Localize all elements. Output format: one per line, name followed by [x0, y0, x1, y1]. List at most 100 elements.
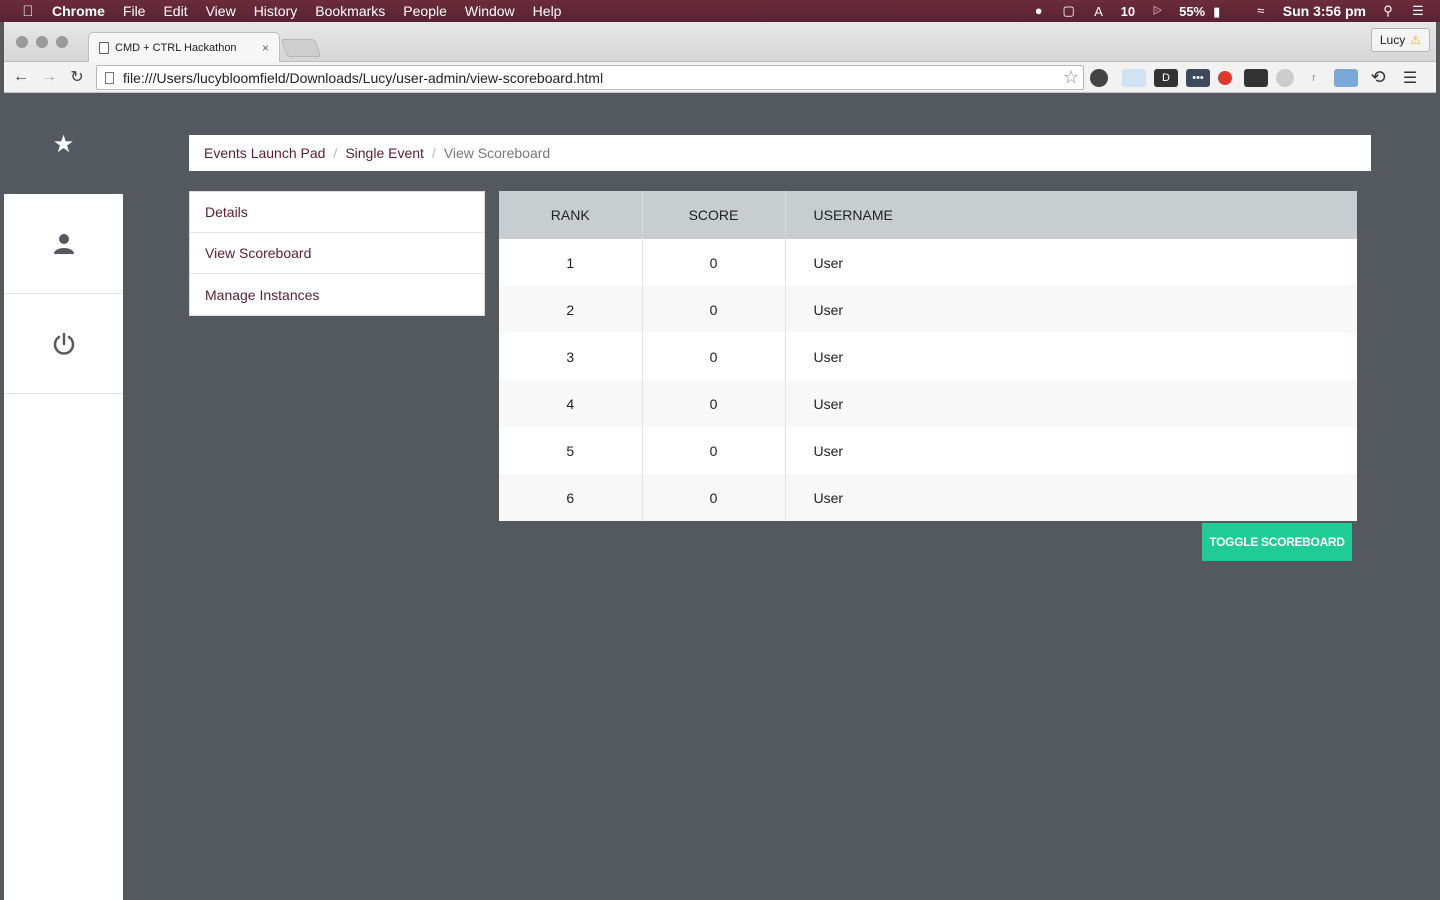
- table-row: 5 0 User: [499, 427, 1357, 474]
- browser-toolbar: ← → ↻ file:///Users/lucybloomfield/Downl…: [4, 62, 1436, 93]
- menu-window[interactable]: Window: [465, 3, 515, 19]
- sidebar-item-profile[interactable]: [4, 194, 123, 294]
- apple-icon[interactable]: : [18, 3, 38, 20]
- sidebar-home[interactable]: ★: [4, 94, 123, 194]
- back-icon[interactable]: ←: [7, 68, 35, 86]
- menu-bookmarks[interactable]: Bookmarks: [315, 3, 385, 19]
- menu-history[interactable]: History: [254, 3, 298, 19]
- zoom-window-button[interactable]: [56, 36, 68, 48]
- extension-ghostery-icon[interactable]: [1090, 68, 1108, 87]
- extension-tabs-icon[interactable]: [1244, 68, 1268, 87]
- rank-cell: 4: [499, 380, 643, 427]
- breadcrumb-events-launch-pad[interactable]: Events Launch Pad: [204, 145, 325, 161]
- spotlight-icon[interactable]: ⚲: [1380, 4, 1396, 18]
- table-row: 6 0 User: [499, 474, 1357, 521]
- reload-icon[interactable]: ↻: [63, 67, 91, 87]
- address-bar[interactable]: file:///Users/lucybloomfield/Downloads/L…: [96, 65, 1084, 90]
- rank-cell: 5: [499, 427, 643, 474]
- event-subnav: Details View Scoreboard Manage Instances: [189, 191, 485, 316]
- extension-spiral-icon[interactable]: ⟲: [1366, 67, 1390, 87]
- table-row: 1 0 User: [499, 239, 1357, 286]
- user-icon: [53, 233, 74, 254]
- menu-view[interactable]: View: [206, 3, 236, 19]
- page-icon: [105, 71, 114, 84]
- bluetooth-icon[interactable]: ᐉ: [1149, 4, 1165, 18]
- ghost-icon[interactable]: ●: [1031, 4, 1047, 18]
- clock[interactable]: Sun 3:56 pm: [1283, 3, 1366, 19]
- score-cell: 0: [642, 474, 786, 521]
- menubar-status-area: ● ▢ A 10 ᐉ 55% ▮ ≈ Sun 3:56 pm ⚲ ☰: [1031, 0, 1440, 22]
- profile-button[interactable]: Lucy ⚠: [1370, 28, 1430, 52]
- table-row: 4 0 User: [499, 380, 1357, 427]
- table-row: 2 0 User: [499, 286, 1357, 333]
- column-header-score[interactable]: SCORE: [642, 191, 786, 239]
- extension-weather-icon[interactable]: [1122, 68, 1146, 87]
- warning-icon: ⚠: [1410, 33, 1421, 47]
- window-controls: [16, 36, 76, 48]
- subnav-item-manage-instances[interactable]: Manage Instances: [190, 274, 484, 315]
- table-row: 3 0 User: [499, 333, 1357, 380]
- extension-d-icon[interactable]: D: [1154, 68, 1178, 87]
- username-cell: User: [813, 254, 844, 271]
- tab-title: CMD + CTRL Hackathon: [115, 41, 237, 54]
- extension-color-icon[interactable]: [1218, 70, 1232, 85]
- breadcrumb-single-event[interactable]: Single Event: [345, 145, 424, 161]
- extension-folder-icon[interactable]: [1334, 68, 1358, 87]
- macos-menubar:  Chrome File Edit View History Bookmark…: [0, 0, 1440, 22]
- username-cell: User: [813, 348, 844, 365]
- bookmark-star-icon[interactable]: ☆: [1063, 67, 1079, 88]
- star-icon: ★: [52, 130, 75, 158]
- extension-dots-icon[interactable]: •••: [1186, 68, 1210, 87]
- menu-file[interactable]: File: [123, 3, 146, 19]
- score-cell: 0: [642, 333, 786, 380]
- table-header-row: RANK SCORE USERNAME: [499, 191, 1357, 239]
- app-sidebar: ★: [4, 94, 123, 900]
- username-cell: User: [813, 489, 844, 506]
- username-cell: User: [813, 442, 844, 459]
- forward-icon[interactable]: →: [35, 68, 63, 86]
- rank-cell: 2: [499, 286, 643, 333]
- close-window-button[interactable]: [16, 36, 28, 48]
- new-tab-button[interactable]: [280, 39, 322, 57]
- adobe-icon: A: [1094, 3, 1103, 19]
- breadcrumb-separator: /: [431, 145, 436, 161]
- breadcrumb: Events Launch Pad / Single Event / View …: [189, 135, 1371, 171]
- menu-help[interactable]: Help: [533, 3, 562, 19]
- notification-count[interactable]: A 10: [1091, 4, 1135, 19]
- subnav-item-view-scoreboard[interactable]: View Scoreboard: [190, 233, 484, 274]
- battery-status[interactable]: 55% ▮: [1179, 4, 1239, 19]
- chat-icon[interactable]: ▢: [1061, 4, 1077, 18]
- menu-people[interactable]: People: [403, 3, 447, 19]
- rank-cell: 3: [499, 333, 643, 380]
- username-cell: User: [813, 395, 844, 412]
- minimize-window-button[interactable]: [36, 36, 48, 48]
- menu-app[interactable]: Chrome: [52, 3, 105, 19]
- score-cell: 0: [642, 286, 786, 333]
- extensions-area: D ••• r ⟲ ☰: [1090, 65, 1430, 90]
- scoreboard-table: RANK SCORE USERNAME 1 0 User 2 0 User 3 …: [499, 191, 1357, 521]
- menu-edit[interactable]: Edit: [163, 3, 187, 19]
- document-icon: [99, 41, 109, 54]
- sidebar-item-logout[interactable]: [4, 294, 123, 394]
- wifi-icon[interactable]: ≈: [1253, 4, 1269, 18]
- breadcrumb-current: View Scoreboard: [443, 145, 551, 161]
- browser-tab[interactable]: CMD + CTRL Hackathon ×: [88, 32, 280, 62]
- column-header-rank[interactable]: RANK: [499, 191, 643, 239]
- breadcrumb-separator: /: [333, 145, 338, 161]
- profile-name: Lucy: [1379, 33, 1406, 47]
- score-cell: 0: [642, 427, 786, 474]
- battery-icon: ▮: [1213, 3, 1221, 19]
- tab-close-icon[interactable]: ×: [262, 41, 269, 55]
- score-cell: 0: [642, 239, 786, 286]
- url-text[interactable]: file:///Users/lucybloomfield/Downloads/L…: [123, 70, 1063, 86]
- subnav-item-details[interactable]: Details: [190, 192, 484, 233]
- username-cell: User: [813, 301, 844, 318]
- chrome-menu-icon[interactable]: ☰: [1398, 69, 1422, 87]
- notification-center-icon[interactable]: ☰: [1410, 4, 1426, 18]
- extension-r-icon[interactable]: r: [1302, 69, 1326, 87]
- extension-grey-icon[interactable]: [1276, 68, 1294, 87]
- browser-tabstrip: CMD + CTRL Hackathon × Lucy ⚠: [4, 22, 1436, 62]
- column-header-username[interactable]: USERNAME: [785, 191, 1357, 239]
- rank-cell: 6: [499, 474, 643, 521]
- toggle-scoreboard-button[interactable]: TOGGLE SCOREBOARD: [1202, 523, 1352, 561]
